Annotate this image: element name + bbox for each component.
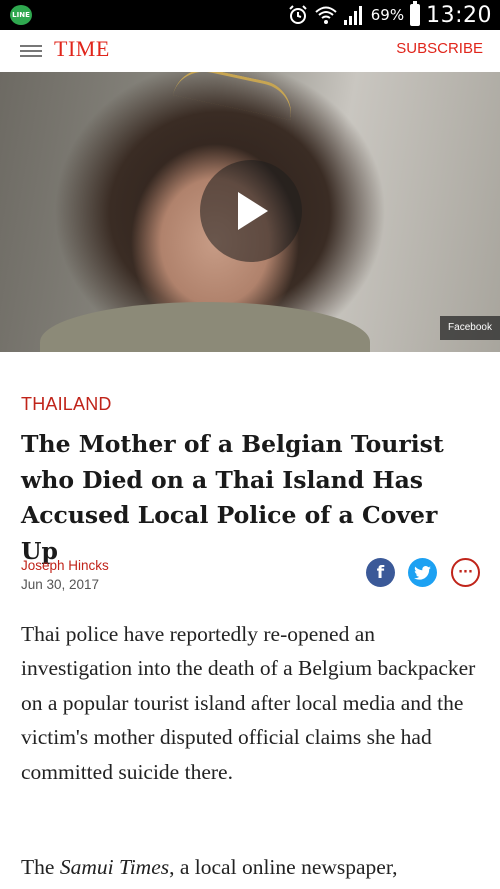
signal-icon — [343, 4, 365, 26]
video-still-detail — [172, 72, 298, 121]
article-paragraph: Thai police have reportedly re-opened an… — [21, 622, 476, 784]
facebook-share-button[interactable]: f — [366, 558, 395, 587]
hamburger-menu-icon[interactable] — [20, 42, 42, 60]
publication-name: Samui Times — [59, 855, 170, 879]
paragraph-text: The — [21, 855, 60, 879]
status-bar: LINE 69% 13:20 — [0, 0, 500, 30]
video-still-detail — [40, 302, 370, 352]
video-source-badge: Facebook — [440, 316, 500, 340]
author-link[interactable]: Joseph Hincks — [21, 558, 109, 573]
status-icons: 69% 13:20 — [287, 0, 492, 30]
clock: 13:20 — [426, 2, 492, 28]
publish-date: Jun 30, 2017 — [21, 577, 100, 592]
twitter-share-button[interactable] — [408, 558, 437, 587]
line-app-icon: LINE — [10, 5, 32, 25]
time-logo[interactable]: TIME — [54, 34, 110, 64]
subscribe-link[interactable]: SUBSCRIBE — [396, 40, 483, 57]
battery-percent: 69% — [370, 6, 405, 24]
play-icon — [238, 192, 268, 230]
article-paragraph: The Samui Times, a local online newspape… — [21, 850, 491, 884]
video-player[interactable]: Facebook — [0, 72, 500, 352]
wifi-icon — [315, 4, 337, 26]
twitter-icon — [414, 565, 431, 580]
more-share-button[interactable]: ··· — [451, 558, 480, 587]
play-button[interactable] — [200, 160, 302, 262]
facebook-icon: f — [376, 562, 385, 583]
alarm-icon — [287, 4, 309, 26]
article-headline: The Mother of a Belgian Tourist who Died… — [21, 430, 444, 565]
more-icon: ··· — [458, 565, 473, 580]
site-header: TIME SUBSCRIBE — [0, 30, 500, 73]
section-label[interactable]: THAILAND — [21, 394, 112, 415]
paragraph-text: , a local online newspaper, — [169, 855, 398, 879]
battery-icon — [410, 1, 421, 26]
